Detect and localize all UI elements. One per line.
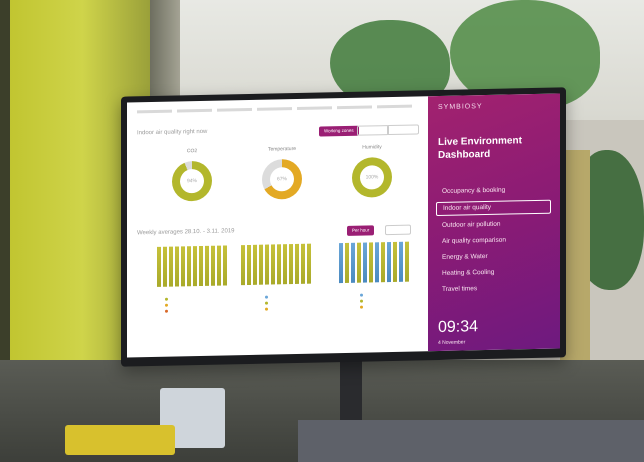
- bar-group-co2: [157, 243, 227, 287]
- dashboard-main: Indoor air quality right now Working zon…: [127, 96, 428, 357]
- photo-scene: Indoor air quality right now Working zon…: [0, 0, 644, 462]
- panel-title: Live Environment Dashboard: [438, 135, 522, 162]
- brand-logo: SYMBIOSY: [438, 103, 483, 112]
- menu-item-travel-times[interactable]: Travel times: [436, 282, 551, 300]
- dashboard-screen: Indoor air quality right now Working zon…: [127, 93, 560, 358]
- legend-humidity: [357, 293, 366, 311]
- gauge-label-temperature: Temperature: [267, 145, 297, 153]
- gauge-value: 67%: [270, 167, 294, 192]
- page-heading: Indoor air quality right now: [137, 128, 208, 137]
- legend-temperature: [262, 295, 271, 313]
- monitor: Indoor air quality right now Working zon…: [121, 87, 566, 367]
- weekly-range: 28.10. - 3.11. 2019: [184, 228, 235, 236]
- top-nav-tabs[interactable]: [137, 104, 417, 114]
- toggle-pill[interactable]: [387, 124, 419, 136]
- clock-time: 09:34: [438, 318, 479, 337]
- gauge-temperature: 67%: [262, 158, 302, 200]
- desk-lamp: [65, 425, 175, 455]
- working-zones-button[interactable]: Working zones: [319, 125, 359, 137]
- gauge-label-co2: CO2: [186, 148, 198, 155]
- weekly-title: Weekly averages 28.10. - 3.11. 2019: [137, 228, 235, 236]
- menu-item-indoor-air[interactable]: Indoor air quality: [436, 199, 551, 217]
- side-panel: SYMBIOSY Live Environment Dashboard Occu…: [428, 93, 560, 352]
- clock-date: 4 November: [438, 339, 466, 347]
- weekly-title-text: Weekly averages: [137, 229, 183, 237]
- gauge-humidity: 100%: [352, 156, 392, 198]
- per-hour-toggle[interactable]: Per hour: [347, 225, 375, 236]
- bar-group-humidity: [339, 240, 409, 284]
- side-menu: Occupancy & booking Indoor air quality O…: [436, 184, 551, 300]
- monitor-stand: [340, 360, 362, 420]
- gauge-label-humidity: Humidity: [362, 144, 382, 151]
- bar-group-temperature: [241, 242, 311, 286]
- gauge-value: 100%: [360, 165, 384, 190]
- gauge-co2: 94%: [172, 160, 212, 202]
- toggle-pill[interactable]: [385, 224, 411, 236]
- legend-co2: [162, 297, 171, 315]
- toggle-pill[interactable]: [357, 125, 389, 136]
- gauge-value: 94%: [180, 168, 204, 194]
- foreground-object: [298, 420, 644, 462]
